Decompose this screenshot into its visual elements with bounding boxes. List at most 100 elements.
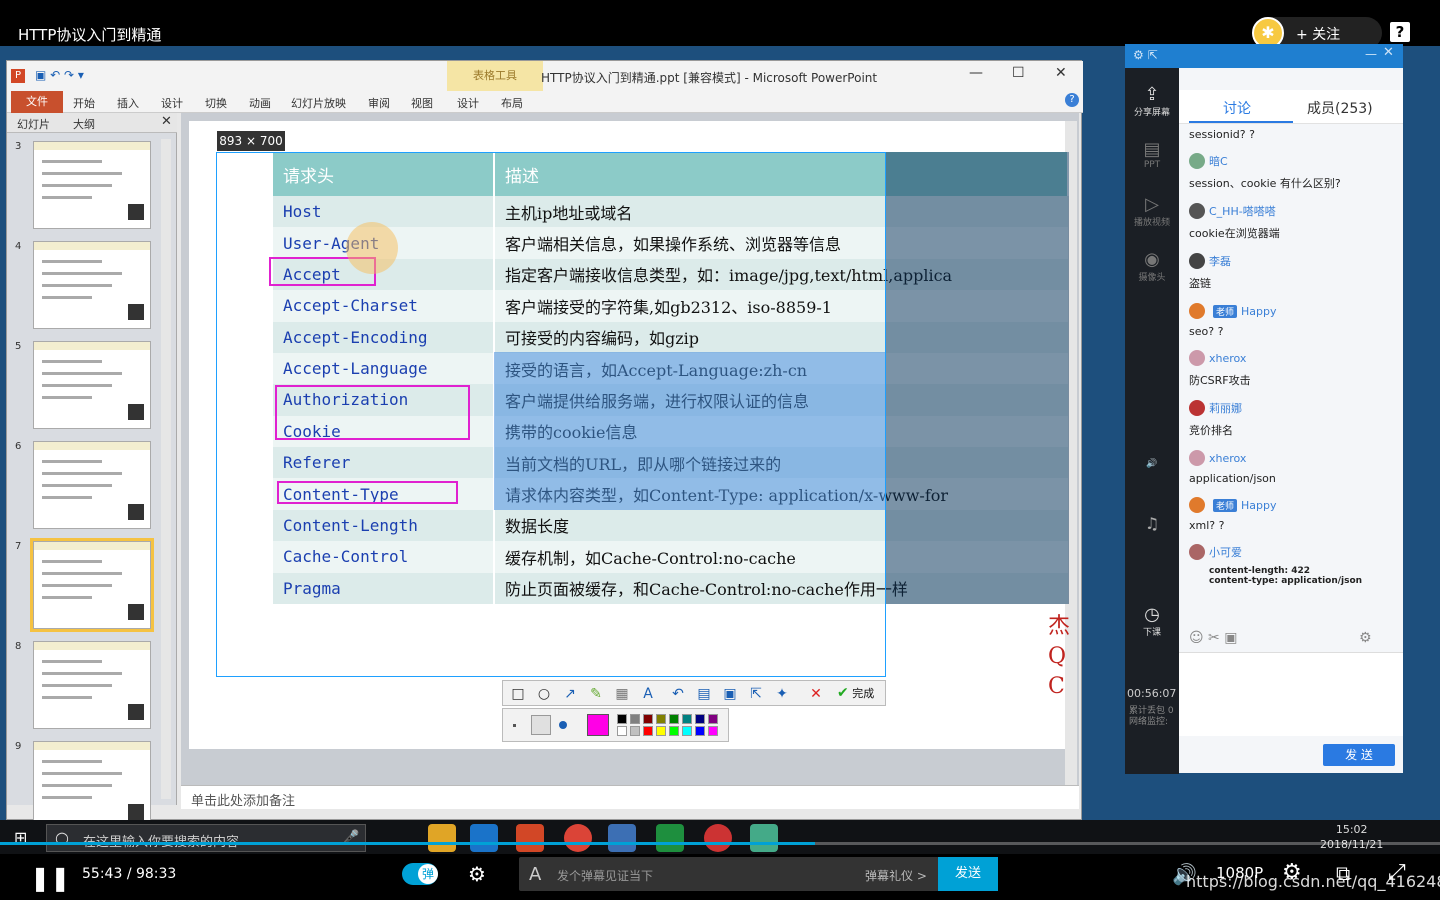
chat-username[interactable]: C_HH-嗒嗒嗒 — [1209, 203, 1276, 219]
send-danmu-button[interactable]: 发送 — [938, 857, 998, 891]
annotation-content-type[interactable] — [277, 481, 458, 504]
text-icon[interactable]: A — [639, 685, 657, 703]
slide-thumbnail[interactable] — [33, 741, 151, 829]
explorer-app-icon[interactable] — [428, 824, 456, 852]
danmu-etiquette-link[interactable]: 弹幕礼仪 > — [865, 867, 927, 884]
powerpoint-app-icon[interactable] — [516, 824, 544, 852]
chat-username[interactable]: xherox — [1209, 352, 1246, 365]
tab-home[interactable]: 开始 — [73, 95, 95, 111]
tab-review[interactable]: 审阅 — [368, 95, 390, 111]
tab-slides[interactable]: 幻灯片 — [17, 116, 50, 132]
color-swatch[interactable] — [708, 726, 718, 736]
help-icon[interactable]: ? — [1390, 22, 1410, 42]
color-swatch[interactable] — [630, 726, 640, 736]
pause-button[interactable]: ❚❚ — [30, 864, 70, 892]
slide-thumbnail[interactable] — [33, 641, 151, 729]
chat-username[interactable]: Happy — [1241, 499, 1277, 512]
minimize-icon[interactable]: — — [969, 65, 983, 81]
share-icon[interactable]: ⇱ — [747, 685, 765, 703]
chat-send-button[interactable]: 发 送 — [1323, 744, 1395, 766]
chrome-app-icon[interactable] — [564, 824, 592, 852]
color-swatch[interactable] — [643, 714, 653, 724]
tab-file[interactable]: 文件 — [11, 91, 63, 113]
danmu-style-icon[interactable]: A — [529, 864, 541, 885]
app-icon-red[interactable] — [704, 824, 732, 852]
avatar[interactable] — [1189, 400, 1205, 416]
slide-thumbnail[interactable] — [30, 538, 154, 632]
tab-table-design[interactable]: 设计 — [457, 95, 479, 111]
arrow-icon[interactable]: ↗ — [561, 685, 579, 703]
close-icon[interactable]: ✕ — [1055, 65, 1067, 81]
chat-username[interactable]: 莉丽娜 — [1209, 400, 1242, 416]
copy-icon[interactable]: ▣ — [721, 685, 739, 703]
maximize-icon[interactable]: ☐ — [1012, 65, 1025, 81]
help-icon[interactable]: ? — [1065, 93, 1079, 107]
color-swatch[interactable] — [643, 726, 653, 736]
video-tool[interactable]: ▷ 播放视频 — [1125, 194, 1179, 228]
avatar[interactable] — [1189, 497, 1205, 513]
ide-app-icon[interactable] — [608, 824, 636, 852]
color-swatch[interactable] — [682, 714, 692, 724]
tab-animations[interactable]: 动画 — [249, 95, 271, 111]
follow-button[interactable]: + 关注 — [1296, 24, 1340, 44]
save-icon[interactable]: ▤ — [695, 685, 713, 703]
chat-username[interactable]: 小可爱 — [1209, 544, 1242, 560]
color-swatch[interactable] — [656, 726, 666, 736]
slide-thumbnail[interactable] — [33, 141, 151, 229]
tab-view[interactable]: 视图 — [411, 95, 433, 111]
avatar[interactable] — [1189, 350, 1205, 366]
rectangle-icon[interactable]: □ — [509, 685, 527, 703]
minimize-icon[interactable]: — — [1365, 47, 1377, 61]
avatar[interactable] — [1189, 303, 1205, 319]
ppt-tool[interactable]: ▤ PPT — [1125, 139, 1179, 170]
chat-input[interactable] — [1179, 652, 1403, 736]
chat-settings-icon[interactable]: ⚙ — [1359, 630, 1372, 646]
danmu-input[interactable]: A 发个弹幕见证当下 弹幕礼仪 > — [519, 857, 939, 891]
size-large-icon[interactable] — [559, 721, 567, 729]
mosaic-icon[interactable]: ▦ — [613, 685, 631, 703]
color-swatch[interactable] — [656, 714, 666, 724]
avatar[interactable] — [1189, 544, 1205, 560]
color-swatch[interactable] — [695, 714, 705, 724]
tab-discuss[interactable]: 讨论 — [1223, 98, 1251, 118]
color-swatch[interactable] — [669, 714, 679, 724]
danmu-toggle-knob[interactable]: 弹 — [418, 864, 438, 884]
color-swatch[interactable] — [695, 726, 705, 736]
color-swatch[interactable] — [617, 726, 627, 736]
slide-thumbnail[interactable] — [33, 341, 151, 429]
chat-username[interactable]: 暗C — [1209, 153, 1228, 169]
chat-username[interactable]: Happy — [1241, 305, 1277, 318]
end-class-tool[interactable]: ◷ 下课 — [1125, 604, 1179, 638]
thumbnail-scrollbar[interactable] — [161, 139, 171, 799]
mic-tool[interactable]: 🔊 — [1125, 459, 1179, 469]
close-icon[interactable]: ✕ — [1383, 45, 1394, 60]
color-swatch[interactable] — [617, 714, 627, 724]
chat-username[interactable]: 李磊 — [1209, 253, 1231, 269]
app-icon-green[interactable] — [656, 824, 684, 852]
done-button[interactable]: ✔ 完成 — [837, 685, 874, 701]
tab-design[interactable]: 设计 — [161, 95, 183, 111]
camera-tool[interactable]: ◉ 摄像头 — [1125, 249, 1179, 283]
emoji-icon[interactable]: ☺ ✂ ▣ — [1189, 630, 1237, 646]
avatar[interactable] — [1189, 203, 1205, 219]
avatar[interactable] — [1189, 153, 1205, 169]
ellipse-icon[interactable]: ○ — [535, 685, 553, 703]
color-swatch[interactable] — [669, 726, 679, 736]
avatar[interactable] — [1189, 253, 1205, 269]
size-medium-icon[interactable] — [531, 715, 551, 735]
quick-access-icons[interactable]: ▣ ↶ ↷ ▾ — [35, 68, 84, 82]
pin-icon[interactable]: ✦ — [773, 685, 791, 703]
avatar[interactable] — [1189, 450, 1205, 466]
color-swatch[interactable] — [682, 726, 692, 736]
size-small-icon[interactable] — [513, 724, 516, 727]
music-icon[interactable]: ♫ — [1125, 514, 1179, 533]
slide-thumbnail[interactable] — [33, 241, 151, 329]
chat-username[interactable]: xherox — [1209, 452, 1246, 465]
notes-pane[interactable]: 单击此处添加备注 — [181, 785, 1079, 809]
current-color-swatch[interactable] — [587, 714, 609, 736]
tab-members[interactable]: 成员(253) — [1307, 98, 1373, 118]
app-icon-teal[interactable] — [750, 824, 778, 852]
tab-insert[interactable]: 插入 — [117, 95, 139, 111]
tab-outline[interactable]: 大纲 — [73, 116, 95, 132]
app-icon[interactable] — [470, 824, 498, 852]
